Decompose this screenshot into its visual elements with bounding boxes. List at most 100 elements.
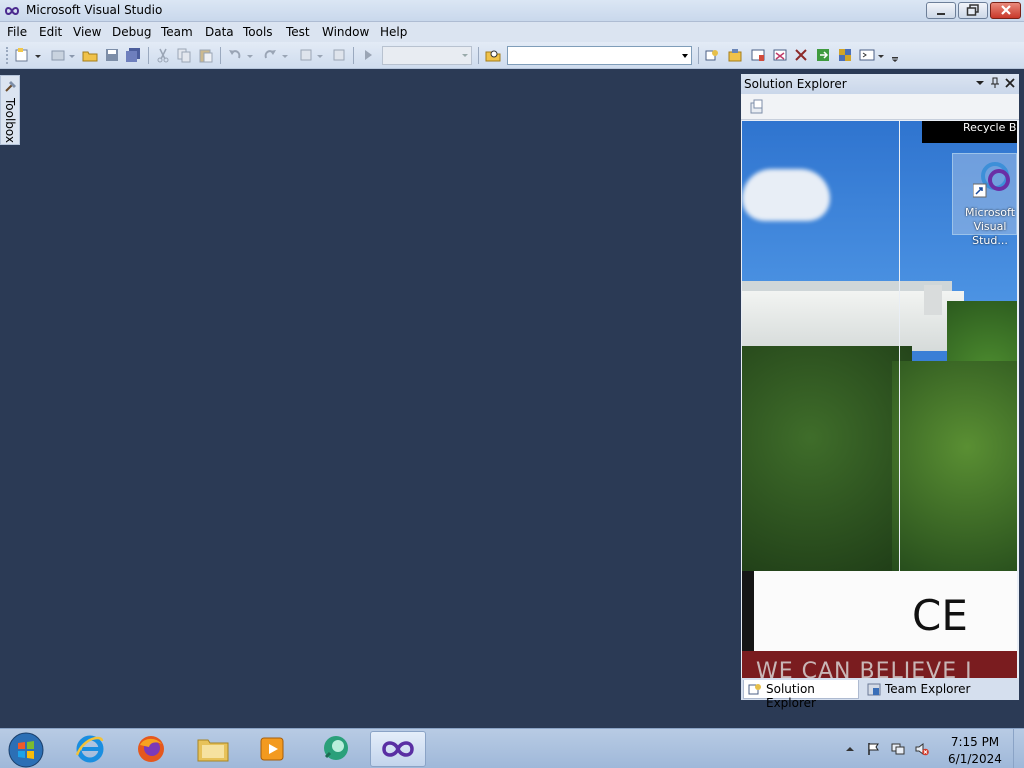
undo-dropdown-icon[interactable] <box>246 47 254 63</box>
clock-date: 6/1/2024 <box>948 752 1002 766</box>
wallpaper-tower <box>924 285 942 315</box>
windows-start-orb-icon <box>8 732 44 768</box>
toolbox-tab[interactable]: Toolbox <box>0 75 20 145</box>
find-in-files-icon[interactable] <box>485 47 501 63</box>
taskbar-visual-studio[interactable] <box>370 731 426 767</box>
find-combo-box[interactable] <box>507 46 692 65</box>
close-button[interactable] <box>990 2 1021 19</box>
taskbar-media-player[interactable] <box>245 731 301 767</box>
save-all-icon[interactable] <box>125 47 141 63</box>
new-project-icon[interactable] <box>14 47 30 63</box>
cut-icon[interactable] <box>155 47 171 63</box>
menu-test[interactable]: Test <box>286 25 310 39</box>
properties-icon[interactable] <box>749 99 765 115</box>
navigate-backward-dropdown-icon[interactable] <box>316 47 324 63</box>
team-explorer-icon <box>867 683 881 696</box>
menu-bar: File Edit View Debug Team Data Tools Tes… <box>0 22 1024 42</box>
menu-edit[interactable]: Edit <box>39 25 62 39</box>
open-file-icon[interactable] <box>82 47 98 63</box>
wallpaper-trees <box>742 346 912 576</box>
taskbar-messenger[interactable] <box>308 731 364 767</box>
window-title: Microsoft Visual Studio <box>26 3 163 17</box>
start-button[interactable] <box>7 731 45 768</box>
new-project-dropdown-icon[interactable] <box>34 47 42 63</box>
toolbar-separator <box>148 47 149 64</box>
solution-explorer-icon <box>748 684 761 695</box>
copy-icon[interactable] <box>176 47 192 63</box>
title-bar: Microsoft Visual Studio <box>0 0 1024 22</box>
visual-studio-shortcut[interactable]: Microsoft Visual Stud... <box>952 153 1017 247</box>
taskbar-firefox[interactable] <box>123 731 179 767</box>
media-player-icon <box>260 737 284 761</box>
toolbar-separator <box>353 47 354 64</box>
visual-studio-icon <box>382 741 414 757</box>
menu-team[interactable]: Team <box>161 25 193 39</box>
tab-team-explorer-label: Team Explorer <box>885 682 971 696</box>
menu-window[interactable]: Window <box>322 25 369 39</box>
toolbar-options-icon[interactable] <box>890 47 900 63</box>
save-icon[interactable] <box>104 47 120 63</box>
tab-solution-explorer[interactable]: Solution Explorer <box>743 680 859 710</box>
solution-explorer-icon[interactable] <box>704 47 720 63</box>
close-icon <box>1000 5 1011 15</box>
solution-explorer-title: Solution Explorer <box>744 77 847 91</box>
system-clock[interactable]: 7:15 PM 6/1/2024 <box>945 734 1005 768</box>
menu-debug[interactable]: Debug <box>112 25 151 39</box>
close-icon[interactable] <box>1004 77 1016 89</box>
solution-explorer-tabs: Solution Explorer Team Explorer <box>741 678 1019 710</box>
wallpaper-sign-text: CE <box>912 591 968 640</box>
wallpaper-shadow <box>742 571 754 651</box>
menu-data[interactable]: Data <box>205 25 234 39</box>
tab-team-explorer[interactable]: Team Explorer <box>863 680 993 699</box>
chevron-down-icon <box>462 54 468 57</box>
restore-button[interactable] <box>958 2 988 19</box>
navigate-backward-icon[interactable] <box>298 47 314 63</box>
tab-solution-explorer-label: Solution Explorer <box>766 682 816 710</box>
toolbox-label: Toolbox <box>3 98 17 143</box>
redo-dropdown-icon[interactable] <box>281 47 289 63</box>
visual-studio-shortcut-label: Microsoft Visual Stud... <box>964 206 1016 247</box>
menu-file[interactable]: File <box>7 25 27 39</box>
wallpaper-divider <box>899 121 900 571</box>
show-hidden-icons-icon[interactable] <box>845 742 855 756</box>
wallpaper-trees <box>892 361 1017 576</box>
undo-icon[interactable] <box>227 47 243 63</box>
show-desktop-button[interactable] <box>1013 729 1024 768</box>
add-item-dropdown-icon[interactable] <box>68 47 76 63</box>
volume-muted-icon[interactable] <box>915 742 929 756</box>
standard-toolbar <box>0 42 1024 69</box>
auto-hide-pin-icon[interactable] <box>989 77 1001 89</box>
internet-explorer-icon <box>75 735 104 763</box>
menu-tools[interactable]: Tools <box>243 25 273 39</box>
server-explorer-icon[interactable] <box>837 47 853 63</box>
properties-window-icon[interactable] <box>727 47 743 63</box>
action-center-flag-icon[interactable] <box>866 742 880 756</box>
desktop-wallpaper-view: CE WE CAN BELIEVE I Recycle Bi Microsoft… <box>742 121 1017 678</box>
toolbar-grip[interactable] <box>6 47 8 64</box>
taskbar-internet-explorer[interactable] <box>62 731 118 767</box>
start-debugging-icon[interactable] <box>360 47 376 63</box>
clock-time: 7:15 PM <box>950 735 1000 749</box>
visual-studio-shortcut-icon <box>973 162 1010 198</box>
start-page-icon[interactable] <box>815 47 831 63</box>
toolbar-separator <box>220 47 221 64</box>
network-icon[interactable] <box>891 742 905 756</box>
paste-icon[interactable] <box>198 47 214 63</box>
navigate-forward-icon[interactable] <box>331 47 347 63</box>
redo-icon[interactable] <box>262 47 278 63</box>
taskbar-file-explorer[interactable] <box>185 731 241 767</box>
add-item-icon[interactable] <box>50 47 66 63</box>
class-view-icon[interactable] <box>772 47 788 63</box>
menu-view[interactable]: View <box>73 25 101 39</box>
minimize-button[interactable] <box>926 2 956 19</box>
command-window-dropdown-icon[interactable] <box>877 47 885 63</box>
solution-configurations-combo[interactable] <box>382 46 472 65</box>
menu-help[interactable]: Help <box>380 25 407 39</box>
solution-explorer-header: Solution Explorer <box>741 74 1019 94</box>
command-window-icon[interactable] <box>859 47 875 63</box>
object-browser-icon[interactable] <box>750 47 766 63</box>
toolbox-tools-icon[interactable] <box>793 47 809 63</box>
window-position-dropdown-icon[interactable] <box>974 77 986 89</box>
wallpaper-banner-text: WE CAN BELIEVE I <box>756 659 973 678</box>
firefox-icon <box>138 736 164 762</box>
